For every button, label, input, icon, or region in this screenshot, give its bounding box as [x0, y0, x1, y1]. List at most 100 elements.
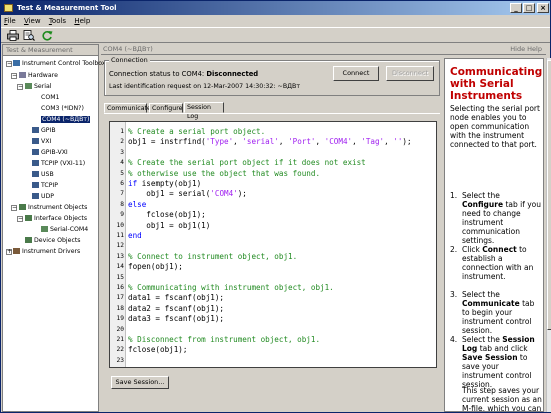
help-step-text: Select the Communicate tab to begin your…: [462, 290, 535, 335]
tree-node-usb[interactable]: USB: [32, 170, 54, 180]
connect-button[interactable]: Connect: [333, 66, 379, 81]
tab-configure[interactable]: Configure: [149, 103, 183, 113]
line-number: 20: [116, 325, 124, 333]
help-step-text: Click Connect to establish a connection …: [462, 245, 534, 281]
line-number: 3: [120, 148, 124, 156]
line-number: 23: [116, 356, 124, 364]
tree-node-serial-com4[interactable]: Serial-COM4: [41, 225, 88, 235]
code-line: % otherwise use the object that was foun…: [128, 168, 321, 178]
tree-node-device-objects[interactable]: Device Objects: [25, 236, 81, 246]
help-scrollbar[interactable]: [546, 58, 551, 412]
app-icon: [4, 4, 13, 12]
tree-node-interface-objects[interactable]: Interface Objects: [25, 214, 87, 224]
collapse-toggle[interactable]: −: [11, 205, 17, 211]
disconnect-button[interactable]: Disconnect: [386, 66, 434, 81]
gpib-icon: [32, 127, 39, 133]
tree-node-tcpip-vxi[interactable]: TCPIP (VXI-11): [32, 159, 85, 169]
tree-node-hardware[interactable]: Hardware: [19, 71, 58, 81]
detail-title: COM4 (~ВДВт): [103, 45, 153, 53]
tree-node-gpib-vxi[interactable]: GPIB-VXI: [32, 148, 68, 158]
tab-divider: [104, 113, 440, 114]
code-line: if isempty(obj1): [128, 179, 202, 188]
tree-node-com4[interactable]: COM4 (~ВДВт): [41, 115, 91, 125]
code-line: fclose(obj1);: [128, 345, 188, 355]
menu-file[interactable]: File: [1, 15, 19, 27]
session-log-editor[interactable]: 1 2 3 4 5 6 7 8 9 10 11 12 13 14 15 16 17 18 19 20 21 22 23 % …: [109, 121, 437, 368]
expand-toggle[interactable]: +: [6, 249, 12, 255]
scrollbar-thumb[interactable]: [547, 60, 551, 330]
help-intro: Selecting the serial port node enables y…: [450, 104, 540, 149]
line-number: 4: [120, 159, 124, 167]
window-title: Test & Measurement Tool: [17, 4, 117, 12]
code-line: else: [128, 199, 147, 209]
tree-node-serial[interactable]: Serial: [25, 82, 52, 92]
menu-view[interactable]: View: [21, 15, 44, 27]
hide-help-link[interactable]: Hide Help: [510, 44, 542, 55]
tree-node-vxi[interactable]: VXI: [32, 137, 51, 147]
code-line: obj1 = instrfind('Type', 'serial', 'Port…: [128, 137, 412, 147]
tree-node-instrument-drivers[interactable]: Instrument Drivers: [13, 247, 80, 257]
line-number: 16: [116, 284, 124, 291]
collapse-toggle[interactable]: −: [6, 61, 12, 67]
tree-node-instrument-objects[interactable]: Instrument Objects: [19, 203, 87, 213]
tree-node-com3[interactable]: COM3 (*IDN?): [41, 104, 84, 114]
help-panel: Communicating with Serial Instruments Se…: [444, 58, 544, 412]
save-session-button[interactable]: Save Session...: [111, 376, 169, 389]
refresh-icon[interactable]: [41, 30, 53, 41]
code-line: data2 = fscanf(obj1);: [128, 303, 225, 313]
vxi-icon: [32, 138, 39, 144]
print-icon[interactable]: [7, 30, 19, 41]
code-line: % Create a serial port object.: [128, 127, 266, 136]
collapse-toggle[interactable]: −: [11, 73, 17, 79]
app-window: Test & Measurement Tool _ □ × File View …: [0, 0, 551, 413]
connection-group: Connection Connection status to COM4: Di…: [104, 56, 440, 96]
close-button[interactable]: ×: [537, 3, 549, 13]
help-step-number: 3.: [450, 290, 458, 299]
tree-node-com1[interactable]: COM1: [41, 93, 59, 103]
line-number: 6: [120, 180, 124, 187]
collapse-toggle[interactable]: −: [17, 216, 23, 222]
udp-icon: [32, 193, 39, 199]
tab-session-log[interactable]: Session Log: [184, 102, 224, 120]
code-line: fclose(obj1);: [128, 210, 206, 220]
line-number: 18: [116, 304, 124, 312]
maximize-button[interactable]: □: [523, 3, 535, 13]
line-number: 10: [116, 221, 124, 229]
connection-status: Connection status to COM4: Disconnected: [109, 70, 259, 78]
detail-panel: COM4 (~ВДВт) Hide Help Connection Connec…: [101, 44, 551, 412]
tab-communicate[interactable]: Communicate: [104, 103, 151, 113]
serial-object-icon: [41, 226, 48, 232]
line-number: 7: [120, 190, 124, 198]
tree-node-gpib[interactable]: GPIB: [32, 126, 56, 136]
code-line: obj1 = obj1(1): [128, 220, 211, 230]
hardware-icon: [19, 72, 26, 78]
code-line: % Disconnect from instrument object, obj…: [128, 335, 321, 344]
tree-node-tcpip[interactable]: TCPIP: [32, 181, 58, 191]
serial-port-icon: [25, 83, 32, 89]
print-preview-icon[interactable]: [23, 30, 35, 41]
device-objects-icon: [25, 237, 32, 243]
help-step-number: 4.: [450, 335, 458, 344]
usb-icon: [32, 171, 39, 177]
line-number: 19: [116, 315, 124, 323]
code-line: obj1 = serial('COM4');: [128, 189, 247, 199]
instrument-objects-icon: [19, 204, 26, 210]
connection-status-value: Disconnected: [206, 70, 259, 78]
tree-node-toolbox[interactable]: Instrument Control Toolbox: [13, 59, 106, 69]
interface-objects-icon: [25, 215, 32, 221]
help-step-number: 2.: [450, 245, 458, 254]
menu-help[interactable]: Help: [71, 15, 93, 27]
help-tail: This step saves your current session as …: [462, 386, 542, 412]
menu-tools[interactable]: Tools: [46, 15, 69, 27]
line-number: 5: [120, 169, 124, 177]
code-line: fopen(obj1);: [128, 262, 183, 272]
tree-node-udp[interactable]: UDP: [32, 192, 54, 202]
line-number: 15: [116, 273, 124, 281]
collapse-toggle[interactable]: −: [17, 84, 23, 90]
line-number-gutter: 1 2 3 4 5 6 7 8 9 10 11 12 13 14 15 16 17 18 19 20 21 22 23: [110, 122, 126, 367]
minimize-button[interactable]: _: [510, 3, 522, 13]
title-bar[interactable]: Test & Measurement Tool _ □ ×: [1, 1, 550, 15]
line-number: 8: [120, 200, 124, 208]
code-line: % Communicating with instrument object, …: [128, 283, 334, 292]
gpib-vxi-icon: [32, 149, 39, 155]
